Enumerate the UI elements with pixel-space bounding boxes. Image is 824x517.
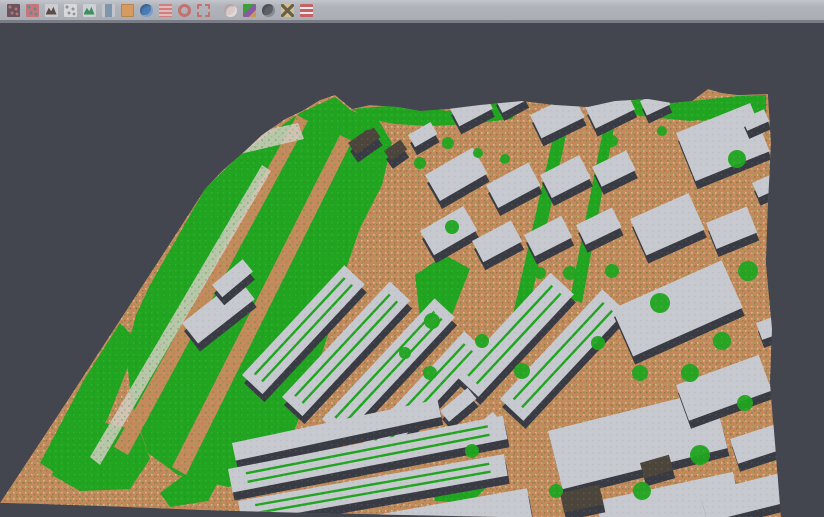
toolbar — [0, 0, 824, 23]
globe-button[interactable] — [138, 2, 154, 18]
selection-box-button[interactable] — [195, 2, 211, 18]
terrain-green-button[interactable] — [81, 2, 97, 18]
side-panel-icon — [102, 4, 115, 17]
terrain-dark-button[interactable] — [43, 2, 59, 18]
toolbar-icons — [2, 0, 314, 20]
segment-scissors-icon — [26, 4, 39, 17]
point-cloud-button[interactable] — [62, 2, 78, 18]
export-icon — [281, 4, 294, 17]
measure-flag-icon — [300, 4, 313, 17]
terrain-green-icon — [83, 4, 96, 17]
sphere-light-button[interactable] — [222, 2, 238, 18]
noise-overlay — [0, 23, 824, 517]
layers-icon — [159, 4, 172, 17]
layers-button[interactable] — [157, 2, 173, 18]
selection-box-icon — [197, 4, 210, 17]
export-button[interactable] — [279, 2, 295, 18]
point-cloud-icon — [64, 4, 77, 17]
scene-svg — [0, 23, 824, 517]
sphere-light-icon — [224, 4, 237, 17]
measure-flag-button[interactable] — [298, 2, 314, 18]
orthophoto-button[interactable] — [119, 2, 135, 18]
sphere-dark-icon — [262, 4, 275, 17]
target-icon — [178, 4, 191, 17]
orthophoto-icon — [121, 4, 134, 17]
target-button[interactable] — [176, 2, 192, 18]
sphere-dark-button[interactable] — [260, 2, 276, 18]
globe-icon — [140, 4, 153, 17]
classification-colors-icon — [243, 4, 256, 17]
side-panel-button[interactable] — [100, 2, 116, 18]
classification-colors-button[interactable] — [241, 2, 257, 18]
terrain-dark-icon — [45, 4, 58, 17]
edit-points-icon — [7, 4, 20, 17]
segment-scissors-button[interactable] — [24, 2, 40, 18]
application-window — [0, 0, 824, 517]
terrain-mesh — [0, 23, 824, 517]
3d-viewport[interactable] — [0, 23, 824, 517]
edit-points-button[interactable] — [5, 2, 21, 18]
